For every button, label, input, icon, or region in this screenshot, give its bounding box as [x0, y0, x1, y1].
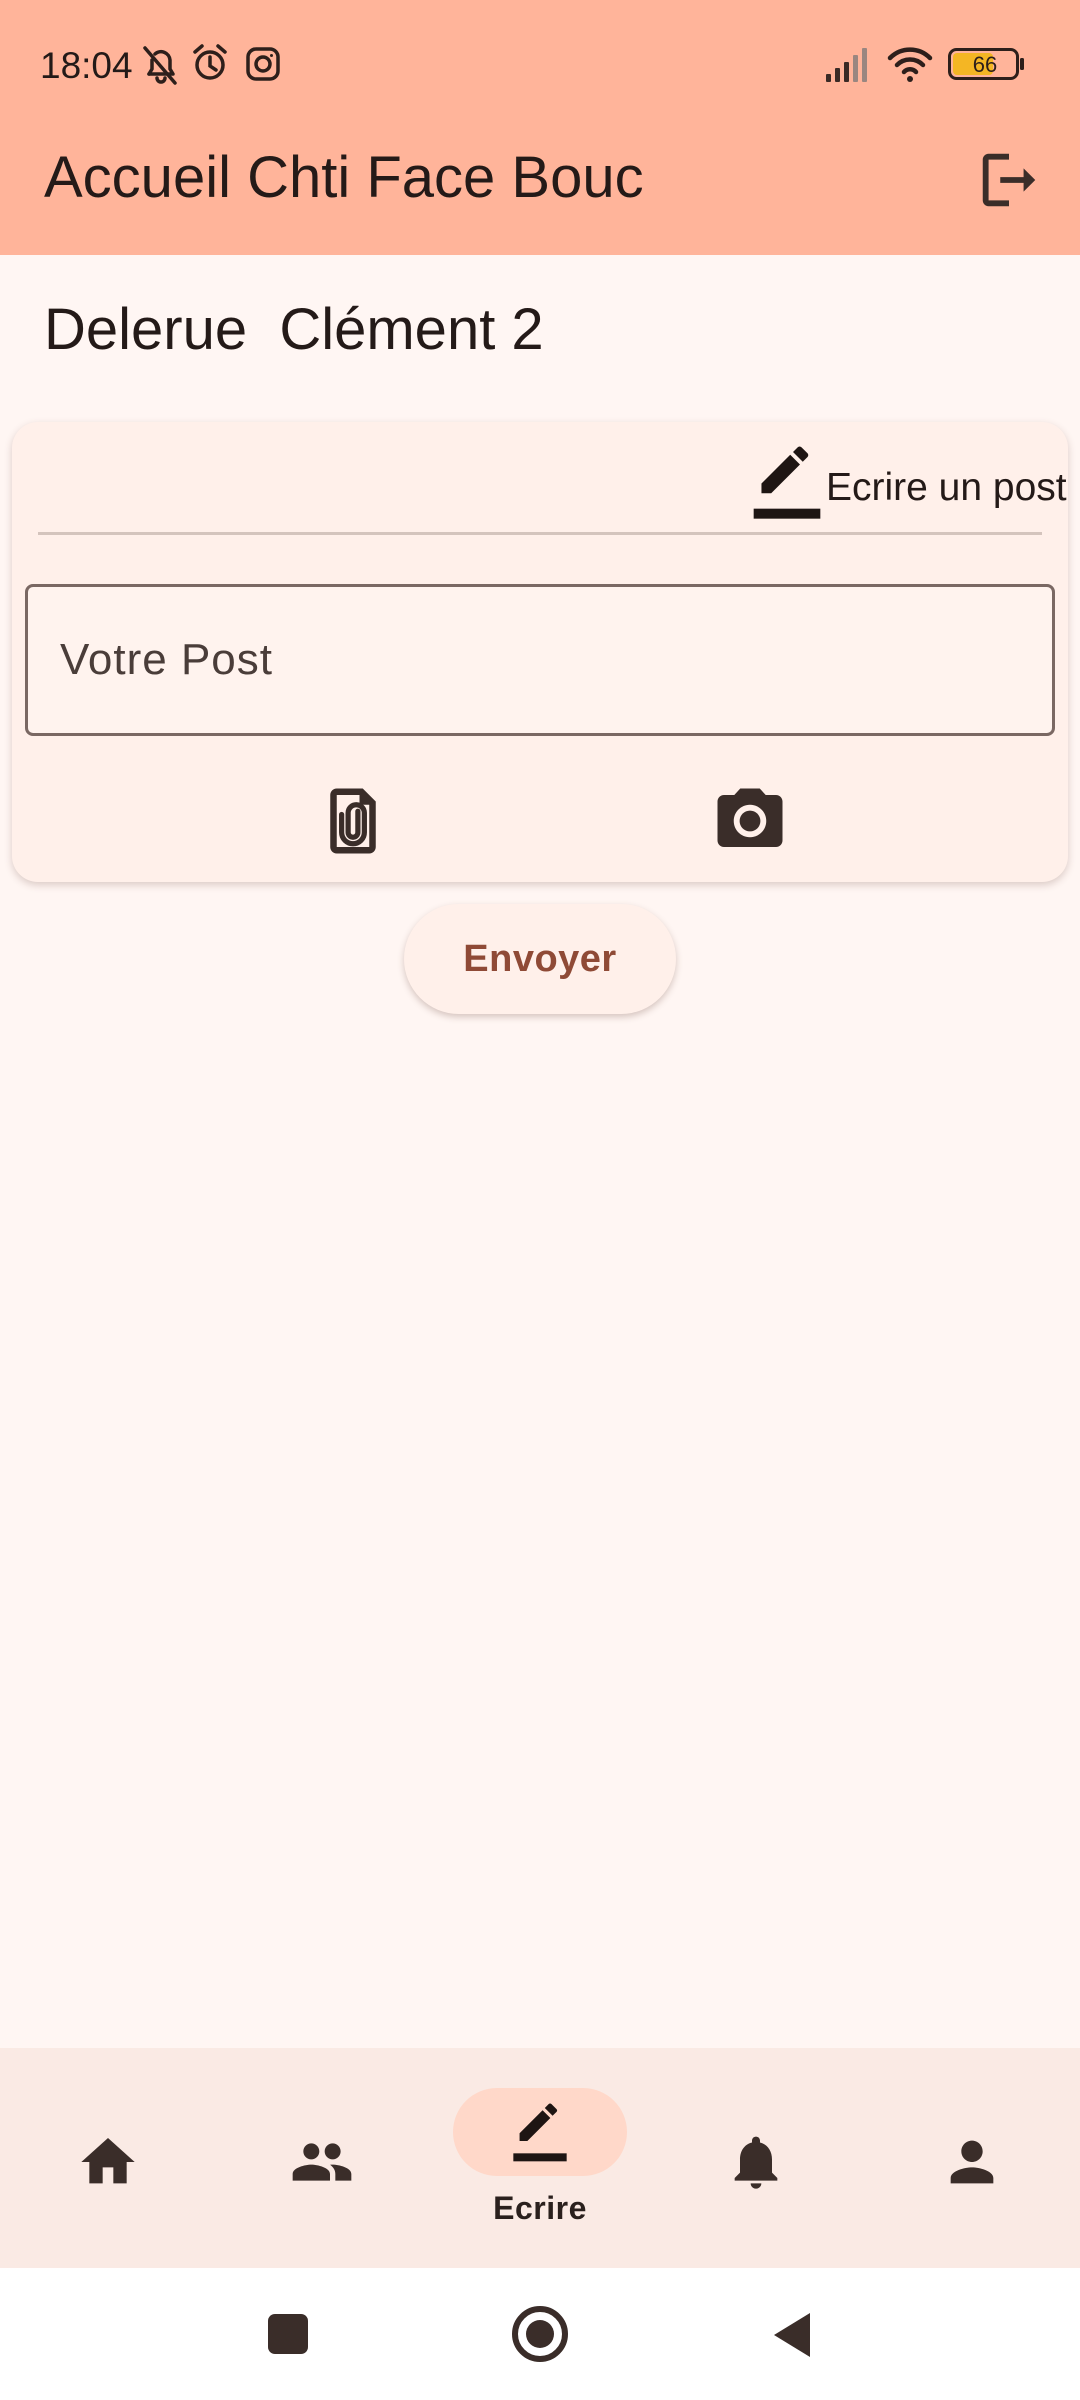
signal-icon [826, 48, 867, 82]
nav-item-home[interactable] [0, 2048, 216, 2268]
logout-button[interactable] [974, 145, 1044, 215]
nav-item-friends[interactable] [216, 2048, 432, 2268]
wifi-icon [887, 47, 933, 82]
logout-icon [982, 153, 1036, 207]
people-icon [292, 2143, 352, 2181]
attach-file-icon [330, 788, 376, 854]
home-icon [81, 2138, 135, 2184]
status-time: 18:04 [40, 45, 133, 86]
edit-icon [513, 2103, 567, 2162]
bell-icon [734, 2136, 778, 2189]
instagram-icon [246, 47, 280, 81]
card-divider [38, 532, 1042, 535]
camera-button[interactable] [708, 782, 792, 860]
nav-item-write[interactable]: Ecrire [432, 2048, 648, 2268]
nav-item-profile[interactable] [864, 2048, 1080, 2268]
back-icon[interactable] [770, 2310, 814, 2360]
post-input[interactable] [28, 587, 1052, 733]
camera-icon [717, 788, 783, 847]
system-navigation-bar [0, 2268, 1080, 2400]
user-name: Delerue Clément 2 [44, 297, 544, 362]
nav-item-notifications[interactable] [648, 2048, 864, 2268]
edit-icon [753, 446, 821, 519]
bell-off-icon [143, 46, 177, 85]
bottom-navigation: Ecrire [0, 2048, 1080, 2268]
person-icon [950, 2140, 994, 2184]
top-app-area: 18:04 66 Accueil Chti Face Bouc [0, 0, 1080, 255]
home-circle-icon[interactable] [510, 2304, 570, 2364]
attach-file-button[interactable] [314, 782, 392, 860]
status-icons-left [143, 44, 280, 85]
alarm-icon [193, 44, 227, 80]
page-title: Accueil Chti Face Bouc [44, 145, 644, 210]
recents-icon[interactable] [266, 2312, 310, 2356]
battery-level: 66 [972, 52, 998, 77]
send-button[interactable]: Envoyer [404, 904, 676, 1014]
nav-label-write: Ecrire [493, 2190, 587, 2226]
post-card: Ecrire un post [12, 422, 1068, 882]
status-bar: 18:04 66 [0, 0, 1080, 128]
post-input-container [25, 584, 1055, 736]
write-post-label: Ecrire un post [826, 466, 1067, 509]
